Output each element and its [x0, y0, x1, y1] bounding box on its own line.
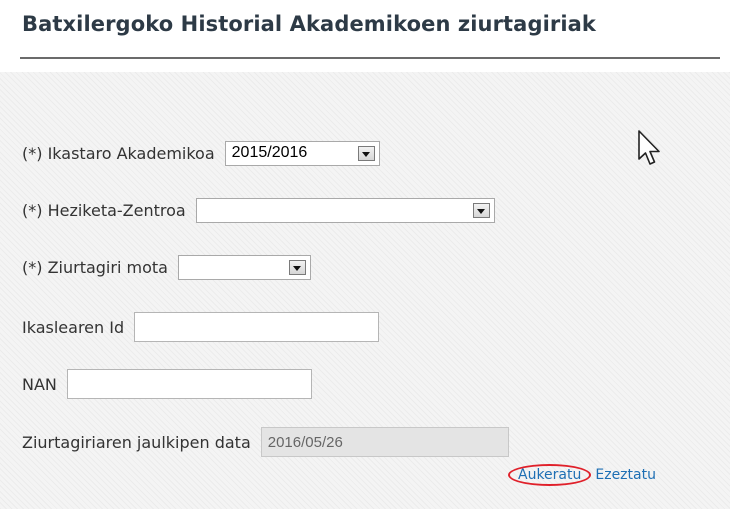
- mouse-pointer-icon: [638, 130, 660, 165]
- form-actions: Aukeratu Ezeztatu: [508, 464, 656, 486]
- chevron-down-icon[interactable]: [472, 202, 490, 218]
- academic-year-value: 2015/2016: [231, 144, 308, 161]
- chevron-down-icon[interactable]: [288, 259, 306, 275]
- certificate-type-select[interactable]: [177, 254, 311, 280]
- cancel-link[interactable]: Ezeztatu: [595, 467, 656, 483]
- student-id-input[interactable]: [134, 312, 380, 342]
- student-id-row: Ikaslearen Id: [22, 312, 380, 342]
- select-link[interactable]: Aukeratu: [508, 464, 592, 486]
- student-id-label: Ikaslearen Id: [22, 317, 125, 337]
- nan-row: NAN: [22, 369, 312, 399]
- education-center-select[interactable]: [195, 197, 495, 223]
- issue-date-label: Ziurtagiriaren jaulkipen data: [22, 432, 251, 452]
- chevron-down-icon[interactable]: [357, 145, 375, 161]
- certificate-type-row: (*) Ziurtagiri mota: [22, 252, 311, 282]
- title-divider: [20, 57, 720, 59]
- nan-label: NAN: [22, 374, 57, 394]
- page-title: Batxilergoko Historial Akademikoen ziurt…: [22, 12, 596, 36]
- issue-date-input: [260, 427, 509, 457]
- education-center-label: (*) Heziketa-Zentroa: [22, 200, 186, 220]
- academic-year-row: (*) Ikastaro Akademikoa 2015/2016: [22, 138, 380, 168]
- education-center-row: (*) Heziketa-Zentroa: [22, 195, 495, 225]
- certificate-type-label: (*) Ziurtagiri mota: [22, 257, 168, 277]
- academic-year-select[interactable]: 2015/2016: [224, 140, 380, 166]
- nan-input[interactable]: [66, 369, 312, 399]
- page-header: Batxilergoko Historial Akademikoen ziurt…: [0, 0, 730, 72]
- issue-date-row: Ziurtagiriaren jaulkipen data: [22, 427, 509, 457]
- academic-year-label: (*) Ikastaro Akademikoa: [22, 143, 215, 163]
